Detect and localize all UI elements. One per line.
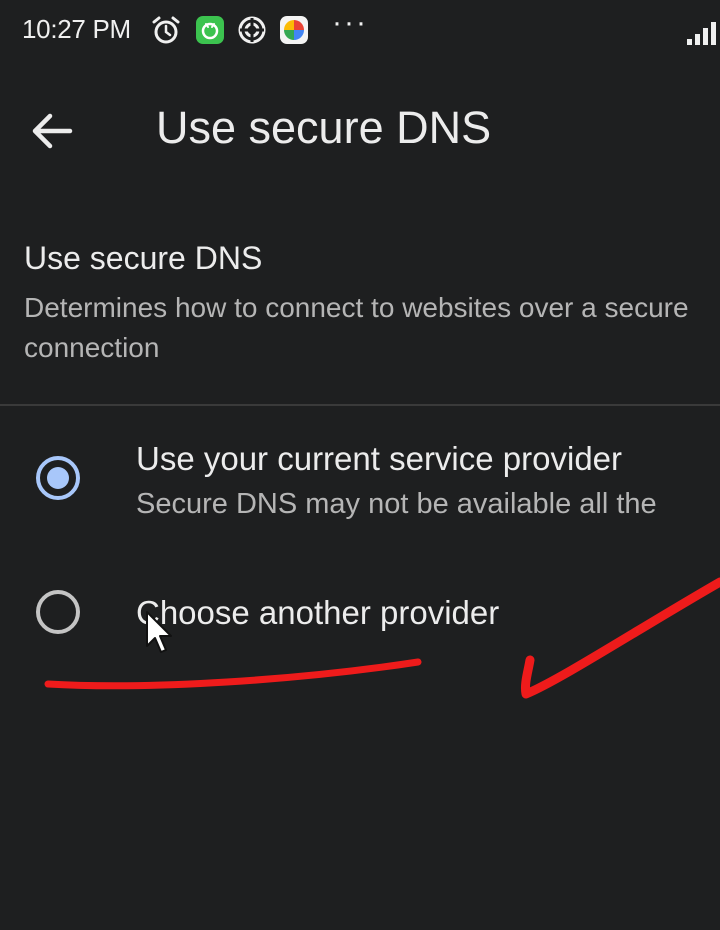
setting-description: Determines how to connect to websites ov…: [24, 292, 689, 363]
option-label: Use your current service provider: [136, 440, 623, 477]
app-photos-icon: [280, 16, 308, 44]
radio-dot: [47, 467, 69, 489]
status-more-indicator: ···: [332, 6, 368, 39]
underline-annotation: [44, 658, 422, 690]
option-sublabel: Secure DNS may not be available all the: [136, 488, 657, 520]
divider: [0, 404, 720, 406]
radio-button-unselected[interactable]: [36, 590, 80, 634]
page-title: Use secure DNS: [156, 102, 492, 153]
option-another-provider[interactable]: Choose another provider: [0, 570, 720, 660]
option-current-provider[interactable]: Use your current service provider Secure…: [0, 430, 720, 540]
alarm-icon: [152, 16, 180, 44]
arrow-left-icon: [32, 113, 73, 149]
option-label: Choose another provider: [136, 594, 500, 631]
back-button[interactable]: [18, 100, 86, 162]
radio-button-selected[interactable]: [36, 456, 80, 500]
setting-title: Use secure DNS: [24, 240, 263, 276]
mouse-cursor-icon: [146, 611, 172, 653]
status-time: 10:27 PM: [22, 14, 131, 44]
status-bar: 10:27 PM ···: [0, 0, 720, 64]
screen: 10:27 PM ··· Use secure DNS Use secure D…: [0, 0, 720, 930]
app-green-icon: [196, 16, 224, 44]
signal-icon: [687, 22, 716, 45]
app-spiral-icon: [238, 16, 266, 44]
